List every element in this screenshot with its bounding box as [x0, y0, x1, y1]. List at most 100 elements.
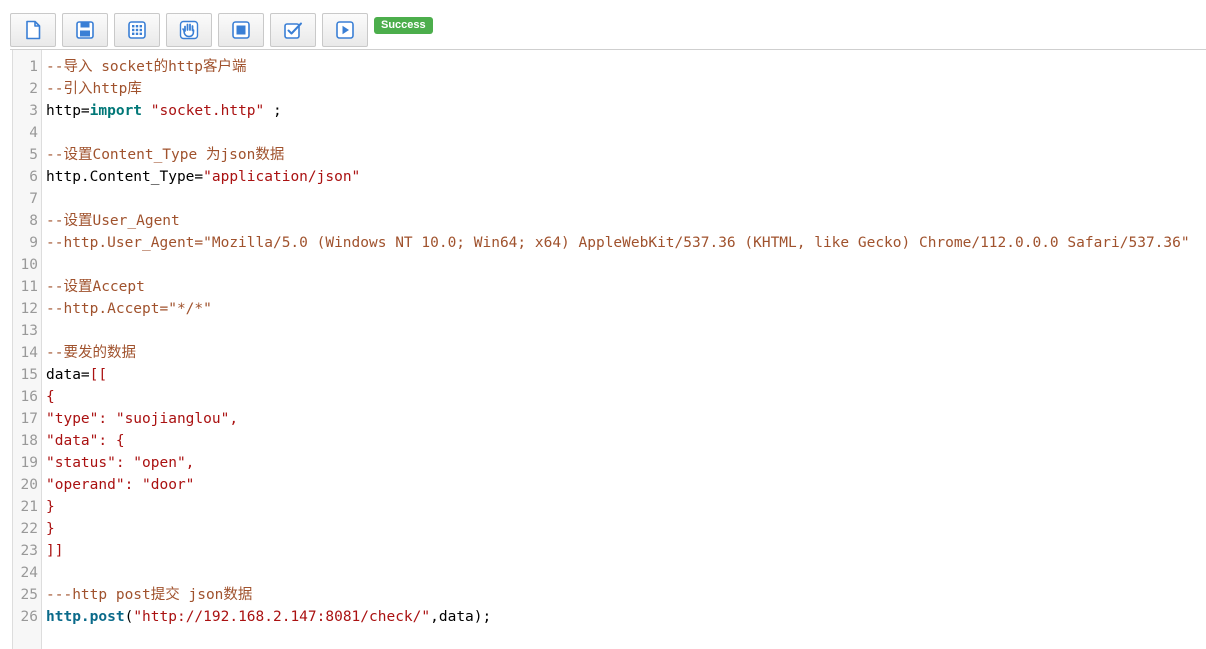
code-line[interactable]: 8 --设置User_Agent — [13, 210, 1206, 232]
code-line[interactable]: 11 --设置Accept — [13, 276, 1206, 298]
line-number: 25 — [20, 587, 38, 603]
code-text: } — [46, 518, 55, 540]
code-line[interactable]: 10 — [13, 254, 1206, 276]
code-line[interactable]: 9 --http.User_Agent="Mozilla/5.0 (Windows… — [13, 232, 1206, 254]
code-line[interactable]: 5 --设置Content_Type 为json数据 — [13, 144, 1206, 166]
code-line[interactable]: 17 "type": "suojianglou", — [13, 408, 1206, 430]
code-token-string: { — [46, 389, 55, 405]
code-token-comment: --要发的数据 — [46, 345, 136, 361]
code-text: http.Content_Type="application/json" — [46, 166, 360, 188]
code-token-func: http.post — [46, 609, 125, 625]
line-number: 11 — [20, 279, 38, 295]
code-token-comment: --http.User_Agent="Mozilla/5.0 (Windows … — [46, 235, 1190, 251]
grid-button[interactable] — [114, 13, 160, 47]
line-number: 10 — [20, 257, 38, 273]
code-text: ---http post提交 json数据 — [46, 584, 252, 606]
code-token-comment: --设置Content_Type 为json数据 — [46, 147, 285, 163]
line-number: 12 — [20, 301, 38, 317]
save-button[interactable] — [62, 13, 108, 47]
play-icon — [336, 21, 354, 39]
line-number: 1 — [29, 59, 38, 75]
code-line[interactable]: 14 --要发的数据 — [13, 342, 1206, 364]
code-line[interactable]: 24 — [13, 562, 1206, 584]
code-text: "operand": "door" — [46, 474, 194, 496]
code-editor[interactable]: 1 --导入 socket的http客户端 2 --引入http库 3 http=impo… — [12, 50, 1206, 649]
code-line[interactable]: 26 http.post("http://192.168.2.147:8081/c… — [13, 606, 1206, 628]
code-token-comment: --http.Accept="*/*" — [46, 301, 212, 317]
line-number: 18 — [20, 433, 38, 449]
save-icon — [76, 21, 94, 39]
code-text: { — [46, 386, 55, 408]
code-token-string: "status": "open", — [46, 455, 195, 471]
code-text: --导入 socket的http客户端 — [46, 56, 247, 78]
code-lines: 1 --导入 socket的http客户端 2 --引入http库 3 http=impo… — [13, 56, 1206, 628]
line-number: 17 — [20, 411, 38, 427]
code-line[interactable]: 4 — [13, 122, 1206, 144]
line-number: 23 — [20, 543, 38, 559]
line-number: 5 — [29, 147, 38, 163]
line-number: 2 — [29, 81, 38, 97]
code-text: http.post("http://192.168.2.147:8081/che… — [46, 606, 491, 628]
line-number: 16 — [20, 389, 38, 405]
line-number: 15 — [20, 367, 38, 383]
code-token-string: "http://192.168.2.147:8081/check/" — [133, 609, 431, 625]
code-line[interactable]: 6 http.Content_Type="application/json" — [13, 166, 1206, 188]
code-token-comment: --设置Accept — [46, 279, 145, 295]
code-token-plain: ( — [124, 609, 134, 625]
line-number: 24 — [20, 565, 38, 581]
code-line[interactable]: 13 — [13, 320, 1206, 342]
code-line[interactable]: 20 "operand": "door" — [13, 474, 1206, 496]
code-token-comment: --导入 socket的http客户端 — [46, 59, 247, 75]
code-token-plain: http.Content_Type= — [46, 169, 204, 185]
code-line[interactable]: 21} — [13, 496, 1206, 518]
status-badge: Success — [374, 16, 433, 34]
code-line[interactable]: 3 http=import "socket.http" ; — [13, 100, 1206, 122]
code-token-comment: ---http post提交 json数据 — [46, 587, 253, 603]
code-line[interactable]: 15 data=[[ — [13, 364, 1206, 386]
code-text: --设置Accept — [46, 276, 145, 298]
code-token-comment: --设置User_Agent — [46, 213, 180, 229]
code-token-string: "application/json" — [203, 169, 361, 185]
line-number: 3 — [29, 103, 38, 119]
line-number: 7 — [29, 191, 38, 207]
code-line[interactable]: 23]] — [13, 540, 1206, 562]
code-line[interactable]: 2 --引入http库 — [13, 78, 1206, 100]
code-token-string: } — [46, 521, 55, 537]
code-token-keyword: import — [89, 103, 143, 119]
checkbox-icon — [284, 22, 302, 39]
code-text: ]] — [46, 540, 63, 562]
code-line[interactable]: 18 "data": { — [13, 430, 1206, 452]
grid-icon — [128, 21, 146, 39]
code-text: --设置Content_Type 为json数据 — [46, 144, 284, 166]
code-line[interactable]: 12 --http.Accept="*/*" — [13, 298, 1206, 320]
code-token-comment: --引入http库 — [46, 81, 142, 97]
code-line[interactable]: 7 — [13, 188, 1206, 210]
stop-button[interactable] — [218, 13, 264, 47]
code-line[interactable]: 16 { — [13, 386, 1206, 408]
code-line[interactable]: 1 --导入 socket的http客户端 — [13, 56, 1206, 78]
code-line[interactable]: 25 ---http post提交 json数据 — [13, 584, 1206, 606]
code-text: http=import "socket.http" ; — [46, 100, 282, 122]
code-text: "type": "suojianglou", — [46, 408, 238, 430]
code-text: data=[[ — [46, 364, 107, 386]
new-file-icon — [26, 20, 41, 40]
line-number: 22 — [20, 521, 38, 537]
code-line[interactable]: 22} — [13, 518, 1206, 540]
new-file-button[interactable] — [10, 13, 56, 47]
line-number: 9 — [29, 235, 38, 251]
run-button[interactable] — [322, 13, 368, 47]
code-token-plain: http= — [46, 103, 90, 119]
code-token-string: ]] — [46, 543, 64, 559]
line-number: 19 — [20, 455, 38, 471]
code-text: --要发的数据 — [46, 342, 136, 364]
code-text: "status": "open", — [46, 452, 194, 474]
check-button[interactable] — [270, 13, 316, 47]
hand-button[interactable] — [166, 13, 212, 47]
code-text: } — [46, 496, 55, 518]
code-token-string: "type": "suojianglou", — [46, 411, 239, 427]
line-number: 14 — [20, 345, 38, 361]
code-line[interactable]: 19 "status": "open", — [13, 452, 1206, 474]
code-text: --http.Accept="*/*" — [46, 298, 212, 320]
code-token-string: "data": { — [46, 433, 125, 449]
